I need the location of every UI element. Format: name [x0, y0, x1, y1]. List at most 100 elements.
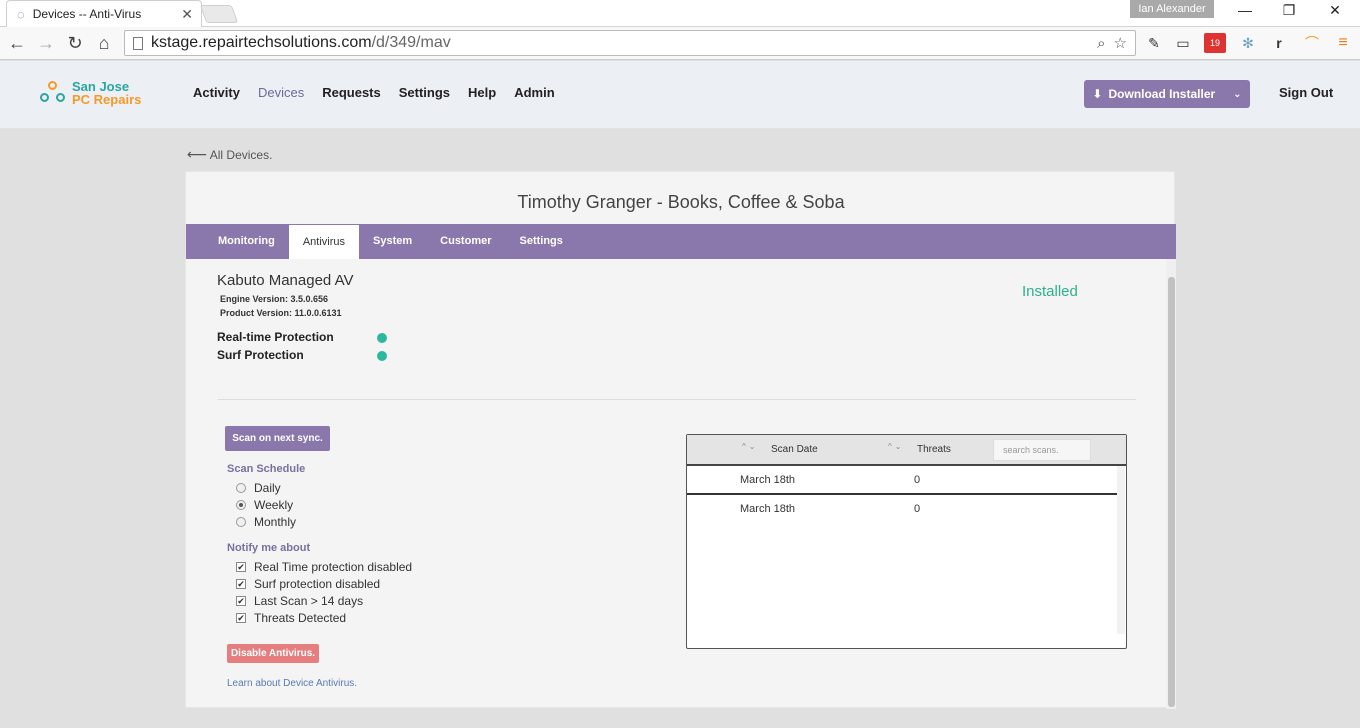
url-text[interactable]: kstage.repairtechsolutions.com/d/349/mav	[151, 34, 1097, 52]
checkbox[interactable]: ✔	[236, 579, 246, 589]
checkbox[interactable]: ✔	[236, 596, 246, 606]
radio-button[interactable]	[236, 483, 246, 493]
install-status: Installed	[1022, 283, 1078, 300]
r-extension-icon[interactable]: r	[1268, 33, 1290, 53]
column-scan-date[interactable]: Scan Date	[771, 444, 818, 455]
home-icon[interactable]: ⌂	[93, 33, 115, 53]
browser-tab[interactable]: ◌ Devices -- Anti-Virus ✕	[6, 0, 202, 27]
app-header: San Jose PC Repairs Activity Devices Reque…	[0, 61, 1360, 129]
search-scans-input[interactable]: search scans.	[993, 439, 1091, 461]
threats-cell: 0	[914, 503, 921, 515]
nav-requests[interactable]: Requests	[322, 85, 381, 100]
checkbox[interactable]: ✔	[236, 562, 246, 572]
eyedropper-icon[interactable]: ✎	[1143, 33, 1165, 53]
divider	[218, 399, 1136, 400]
product-version: Product Version: 11.0.0.6131	[220, 308, 342, 318]
option-label: Monthly	[254, 515, 297, 529]
sign-out-link[interactable]: Sign Out	[1279, 85, 1333, 100]
sort-icon[interactable]: ^⌄	[888, 442, 904, 451]
star-icon[interactable]: ☆	[1114, 34, 1127, 52]
back-arrow-icon[interactable]: ←	[6, 33, 28, 53]
scan-date-cell: March 18th	[740, 474, 796, 486]
scrollbar-thumb[interactable]	[1168, 277, 1175, 707]
rainbow-icon[interactable]: ⌒	[1301, 33, 1323, 53]
notify-option[interactable]: ✔ Real Time protection disabled	[236, 560, 412, 574]
notify-label: Notify me about	[227, 542, 311, 554]
browser-toolbar: ← → ↻ ⌂ kstage.repairtechsolutions.com/d…	[0, 27, 1360, 60]
column-threats[interactable]: Threats	[917, 444, 951, 455]
nav-activity[interactable]: Activity	[193, 85, 240, 100]
scans-table: ^⌄ Scan Date ^⌄ Threats search scans. Ma…	[686, 434, 1127, 649]
spinner-icon: ◌	[17, 6, 25, 22]
threats-cell: 0	[914, 474, 921, 486]
realtime-status-dot	[377, 333, 387, 343]
close-icon[interactable]: ✕	[181, 6, 193, 23]
download-installer-button[interactable]: ⬇ Download Installer ⌄	[1084, 80, 1250, 108]
table-row[interactable]: March 18th 0	[687, 495, 1117, 524]
tab-settings[interactable]: Settings	[506, 224, 577, 259]
radio-button[interactable]	[236, 500, 246, 510]
tab-customer[interactable]: Customer	[426, 224, 505, 259]
menu-icon[interactable]: ≡	[1332, 33, 1354, 53]
nav-settings[interactable]: Settings	[399, 85, 450, 100]
profile-badge[interactable]: Ian Alexander	[1130, 0, 1214, 18]
option-label: Real Time protection disabled	[254, 560, 413, 574]
option-label: Daily	[254, 481, 281, 495]
scans-table-header: ^⌄ Scan Date ^⌄ Threats search scans.	[687, 435, 1126, 466]
device-title: Timothy Granger - Books, Coffee & Soba	[517, 192, 845, 212]
forward-arrow-icon[interactable]: →	[35, 33, 57, 53]
option-label: Surf protection disabled	[254, 577, 381, 591]
close-window-icon[interactable]: ✕	[1320, 2, 1350, 19]
nav-help[interactable]: Help	[468, 85, 496, 100]
back-link[interactable]: ⟵ All Devices.	[187, 146, 272, 163]
download-icon: ⬇	[1092, 87, 1103, 101]
tab-title: Devices -- Anti-Virus	[32, 7, 142, 21]
zoom-icon[interactable]: ⌕	[1097, 35, 1105, 52]
sort-icon[interactable]: ^⌄	[742, 442, 758, 451]
cast-icon[interactable]: ▭	[1172, 33, 1194, 53]
disable-antivirus-button[interactable]: Disable Antivirus.	[227, 644, 319, 663]
radio-button[interactable]	[236, 517, 246, 527]
tab-antivirus[interactable]: Antivirus	[288, 225, 360, 259]
tab-monitoring[interactable]: Monitoring	[204, 224, 289, 259]
notify-option[interactable]: ✔ Last Scan > 14 days	[236, 594, 363, 608]
new-tab-button[interactable]	[199, 5, 239, 23]
checkbox[interactable]: ✔	[236, 613, 246, 623]
chevron-down-icon[interactable]: ⌄	[1233, 89, 1241, 100]
realtime-protection-label: Real-time Protection	[217, 330, 334, 344]
notify-option[interactable]: ✔ Surf protection disabled	[236, 577, 380, 591]
scans-scrollbar[interactable]	[1117, 466, 1125, 634]
notify-option[interactable]: ✔ Threats Detected	[236, 611, 346, 625]
logo[interactable]: San Jose PC Repairs	[40, 79, 141, 107]
schedule-option-weekly[interactable]: Weekly	[236, 498, 293, 512]
option-label: Threats Detected	[254, 611, 347, 625]
logo-icon	[40, 79, 68, 107]
browser-tab-bar: ◌ Devices -- Anti-Virus ✕ Ian Alexander …	[0, 0, 1360, 27]
nav-admin[interactable]: Admin	[514, 85, 554, 100]
main-nav: Activity Devices Requests Settings Help Admin	[193, 85, 555, 100]
surf-protection-label: Surf Protection	[217, 348, 304, 362]
page-icon	[133, 36, 143, 50]
logo-line2: PC Repairs	[72, 92, 142, 107]
minimize-icon[interactable]: —	[1230, 2, 1260, 18]
av-product-name: Kabuto Managed AV	[217, 272, 354, 289]
schedule-option-daily[interactable]: Daily	[236, 481, 281, 495]
snowflake-icon[interactable]: ✻	[1237, 33, 1259, 53]
device-card: Timothy Granger - Books, Coffee & Soba M…	[185, 171, 1176, 709]
tab-system[interactable]: System	[359, 224, 426, 259]
scan-schedule-label: Scan Schedule	[227, 463, 306, 475]
table-row[interactable]: March 18th 0	[687, 466, 1117, 495]
scan-next-sync-button[interactable]: Scan on next sync.	[225, 426, 330, 451]
restore-icon[interactable]: ❐	[1274, 2, 1304, 19]
reload-icon[interactable]: ↻	[64, 33, 86, 53]
extension-badge-icon[interactable]: 19	[1204, 33, 1226, 53]
option-label: Weekly	[254, 498, 294, 512]
nav-devices[interactable]: Devices	[258, 85, 304, 100]
option-label: Last Scan > 14 days	[254, 594, 364, 608]
device-tabs: Monitoring Antivirus System Customer Setting…	[186, 224, 1176, 259]
scan-date-cell: March 18th	[740, 503, 796, 515]
learn-link[interactable]: Learn about Device Antivirus.	[227, 678, 357, 689]
schedule-option-monthly[interactable]: Monthly	[236, 515, 296, 529]
address-bar[interactable]: kstage.repairtechsolutions.com/d/349/mav…	[124, 30, 1136, 56]
arrow-left-icon: ⟵	[187, 146, 208, 162]
